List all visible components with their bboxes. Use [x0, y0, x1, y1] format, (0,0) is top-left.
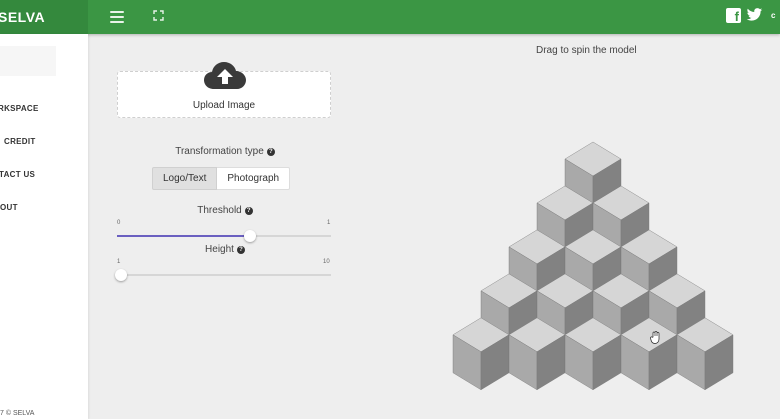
sidebar-item-about[interactable]: OUT	[0, 203, 88, 212]
brand-logo[interactable]: SELVA	[0, 0, 88, 34]
slider-thumb[interactable]	[115, 269, 128, 281]
help-icon[interactable]: ?	[266, 148, 275, 156]
top-bar: SELVA f c	[0, 0, 780, 34]
upload-image-label: Upload Image	[192, 100, 256, 111]
slider-thumb[interactable]	[243, 230, 256, 242]
facebook-icon[interactable]: f	[726, 8, 741, 24]
sidebar-logo-area	[0, 46, 56, 76]
slider-track	[117, 274, 331, 276]
fullscreen-icon[interactable]	[153, 10, 164, 21]
model-viewer-canvas[interactable]	[440, 120, 750, 410]
height-slider[interactable]	[115, 268, 331, 282]
sidebar: RKSPACE CREDIT TACT US OUT 7 © SELVA	[0, 34, 88, 419]
threshold-slider[interactable]	[117, 229, 331, 243]
threshold-max: 1	[327, 220, 331, 226]
viewer-hint: Drag to spin the model	[536, 45, 637, 56]
threshold-label: Threshold?	[180, 205, 270, 216]
height-max: 10	[323, 259, 330, 265]
height-label: Height?	[180, 244, 270, 255]
help-icon[interactable]: ?	[236, 246, 245, 254]
topbar-overflow-text: c	[771, 11, 776, 20]
slider-fill	[117, 235, 250, 237]
option-logo-text[interactable]: Logo/Text	[152, 167, 218, 190]
help-icon[interactable]: ?	[244, 207, 253, 215]
transformation-type-toggle: Logo/Text Photograph	[152, 167, 291, 190]
option-photograph[interactable]: Photograph	[217, 167, 291, 190]
upload-image-dropzone[interactable]: Upload Image	[117, 62, 331, 118]
height-min: 1	[117, 259, 121, 265]
threshold-min: 0	[117, 220, 121, 226]
sidebar-item-contact-us[interactable]: TACT US	[0, 170, 87, 179]
hand-cursor-icon	[650, 331, 660, 344]
brand-name: SELVA	[0, 9, 46, 25]
sidebar-item-credit[interactable]: CREDIT	[4, 137, 92, 146]
sidebar-footer: 7 © SELVA	[0, 410, 35, 417]
sidebar-item-workspace[interactable]: RKSPACE	[0, 104, 86, 113]
twitter-icon[interactable]	[746, 8, 763, 22]
hamburger-icon[interactable]	[110, 11, 124, 23]
transformation-type-label: Transformation type?	[150, 146, 300, 157]
cloud-upload-icon	[204, 62, 246, 89]
